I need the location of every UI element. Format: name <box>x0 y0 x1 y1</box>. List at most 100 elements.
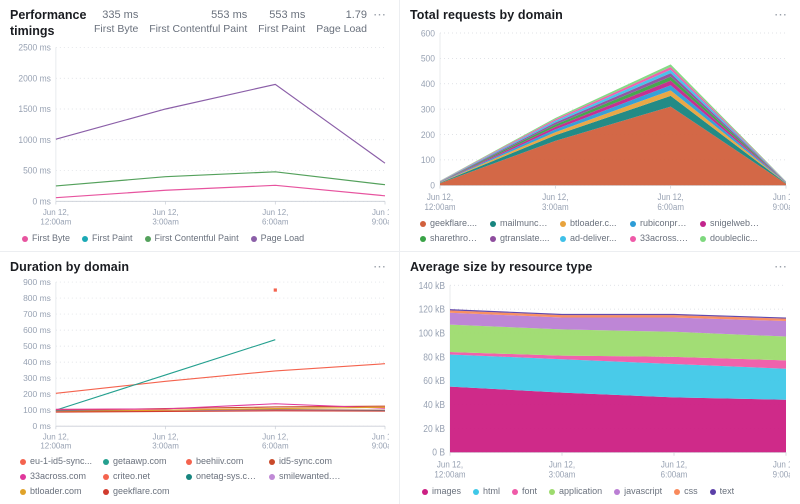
svg-text:12:00am: 12:00am <box>434 469 465 480</box>
metric-value: 1.79 <box>345 9 367 21</box>
svg-text:Jun 12,: Jun 12, <box>542 191 568 202</box>
legend-item[interactable]: text <box>709 485 734 498</box>
legend-item[interactable]: gtranslate.... <box>490 232 550 245</box>
svg-text:Jun 12,: Jun 12, <box>262 432 288 441</box>
svg-text:9:00am: 9:00am <box>773 469 790 480</box>
legend-item[interactable]: onetag-sys.com <box>186 470 259 483</box>
svg-text:1000 ms: 1000 ms <box>18 135 51 145</box>
svg-text:Jun 12,: Jun 12, <box>372 432 389 441</box>
legend-item[interactable]: First Byte <box>22 232 70 245</box>
legend-label: font <box>522 486 538 496</box>
metric-page-load: 1.79 Page Load <box>310 8 367 36</box>
svg-text:Jun 12,: Jun 12, <box>437 458 463 469</box>
legend-color-swatch <box>614 488 621 495</box>
legend-item[interactable]: criteo.net <box>103 470 176 483</box>
legend-color-swatch <box>674 488 681 495</box>
legend-item[interactable]: mailmunch... <box>490 217 550 230</box>
svg-text:500: 500 <box>421 53 435 64</box>
svg-text:900 ms: 900 ms <box>23 277 51 287</box>
legend-item[interactable]: btloader.com <box>20 485 93 498</box>
svg-text:700 ms: 700 ms <box>23 309 51 319</box>
legend-item[interactable]: smilewanted.c... <box>269 470 342 483</box>
svg-text:6:00am: 6:00am <box>657 201 684 212</box>
panel-menu-icon[interactable]: ⋯ <box>768 8 790 21</box>
svg-text:9:00am: 9:00am <box>372 218 389 227</box>
svg-text:Jun 12,: Jun 12, <box>773 458 790 469</box>
svg-text:Jun 12,: Jun 12, <box>773 191 790 202</box>
panel-menu-icon[interactable]: ⋯ <box>768 260 790 273</box>
svg-text:3:00am: 3:00am <box>152 218 179 227</box>
svg-text:1500 ms: 1500 ms <box>18 104 51 114</box>
svg-text:0 B: 0 B <box>432 447 445 458</box>
legend-color-swatch <box>700 220 706 227</box>
legend-item[interactable]: geekflare.... <box>420 217 480 230</box>
svg-text:3:00am: 3:00am <box>542 201 569 212</box>
svg-text:200 ms: 200 ms <box>23 389 51 399</box>
legend-item[interactable]: sharethrou... <box>420 232 480 245</box>
legend-label: btloader.c... <box>570 218 617 228</box>
legend-color-swatch <box>560 235 566 242</box>
legend-item[interactable]: font <box>512 485 537 498</box>
legend-label: getaawp.com <box>113 456 167 466</box>
legend-color-swatch <box>269 458 275 465</box>
legend-item[interactable]: Page Load <box>250 232 304 245</box>
legend-label: css <box>684 486 698 496</box>
legend-color-swatch <box>473 488 480 495</box>
legend-duration: eu-1-id5-sync... getaawp.com beehiiv.com id… <box>10 452 389 500</box>
panel-duration-by-domain: Duration by domain ⋯ 0 ms 100 ms 200 ms 300… <box>0 252 400 504</box>
svg-text:Jun 12,: Jun 12, <box>43 208 69 217</box>
legend-label: criteo.net <box>113 471 151 481</box>
legend-label: geekflare.com <box>113 486 170 496</box>
legend-item[interactable]: css <box>674 485 698 498</box>
legend-item[interactable]: 33across.com <box>20 470 93 483</box>
legend-item[interactable]: html <box>473 485 500 498</box>
panel-menu-icon[interactable]: ⋯ <box>367 260 389 273</box>
legend-item[interactable]: ad-deliver... <box>560 232 620 245</box>
legend-item[interactable]: snigelweb.... <box>700 217 760 230</box>
legend-label: gtranslate.... <box>500 233 550 243</box>
legend-color-swatch <box>420 220 426 227</box>
svg-text:6:00am: 6:00am <box>262 218 289 227</box>
legend-item[interactable]: application <box>549 485 602 498</box>
panel-menu-icon[interactable]: ⋯ <box>367 8 389 21</box>
legend-color-swatch <box>103 458 109 465</box>
legend-label: btloader.com <box>30 486 82 496</box>
svg-text:Jun 12,: Jun 12, <box>43 432 69 441</box>
performance-metrics: 335 ms First Byte 553 ms First Contentfu… <box>84 8 367 36</box>
chart-performance-timings: 0 ms 500 ms 1000 ms 1500 ms 2000 ms 2500 ms Ju… <box>10 39 389 229</box>
legend-label: application <box>559 486 603 496</box>
svg-text:120 kB: 120 kB <box>419 304 445 315</box>
svg-text:0 ms: 0 ms <box>33 197 52 207</box>
legend-item[interactable]: eu-1-id5-sync... <box>20 455 93 468</box>
legend-item[interactable]: First Contentful Paint <box>144 232 239 245</box>
legend-item[interactable]: id5-sync.com <box>269 455 342 468</box>
legend-label: mailmunch... <box>500 218 550 228</box>
dashboard-grid: Performance timings 335 ms First Byte 55… <box>0 0 800 504</box>
legend-item[interactable]: rubiconpro... <box>630 217 690 230</box>
legend-item[interactable]: 33across.c... <box>630 232 690 245</box>
legend-item[interactable]: javascript <box>614 485 662 498</box>
svg-text:Jun 12,: Jun 12, <box>427 191 453 202</box>
legend-label: rubiconpro... <box>640 218 690 228</box>
legend-item[interactable]: getaawp.com <box>103 455 176 468</box>
legend-item[interactable]: btloader.c... <box>560 217 620 230</box>
metric-label: First Contentful Paint <box>149 23 248 36</box>
legend-item[interactable]: geekflare.com <box>103 485 176 498</box>
svg-text:100: 100 <box>421 154 435 165</box>
legend-item[interactable]: doubleclic... <box>700 232 760 245</box>
metric-first-paint: 553 ms First Paint <box>252 8 305 36</box>
legend-color-swatch <box>269 473 275 480</box>
legend-color-swatch <box>186 458 192 465</box>
legend-label: doubleclic... <box>710 233 758 243</box>
svg-text:40 kB: 40 kB <box>423 399 445 410</box>
legend-label: sharethrou... <box>430 233 480 243</box>
svg-text:500 ms: 500 ms <box>23 341 51 351</box>
total-requests-header: Total requests by domain ⋯ <box>410 8 790 24</box>
legend-label: html <box>483 486 501 496</box>
legend-item[interactable]: First Paint <box>82 232 133 245</box>
legend-color-swatch <box>22 235 28 242</box>
legend-item[interactable]: images <box>422 485 461 498</box>
chart-duration-by-domain: 0 ms 100 ms 200 ms 300 ms 400 ms 500 ms 600 ms… <box>10 276 389 452</box>
svg-text:600: 600 <box>421 28 435 39</box>
legend-item[interactable]: beehiiv.com <box>186 455 259 468</box>
